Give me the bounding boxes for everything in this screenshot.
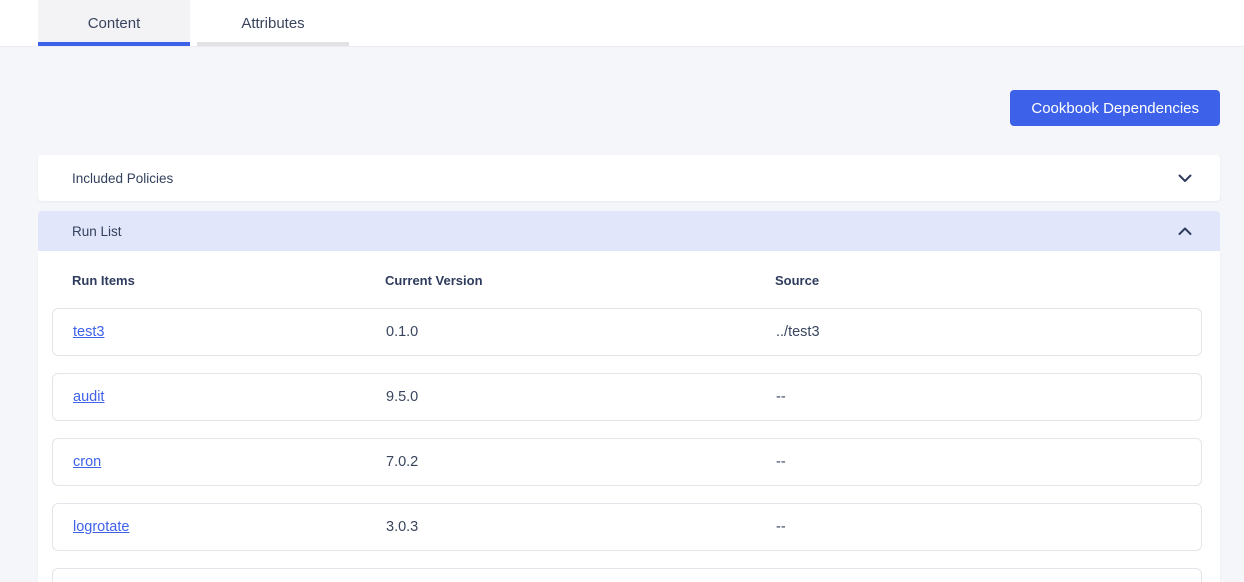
table-row-partial <box>52 568 1202 582</box>
tab-content-label: Content <box>87 14 141 32</box>
table-row: test3 0.1.0 ../test3 <box>52 308 1202 356</box>
included-policies-title: Included Policies <box>72 170 174 186</box>
current-version-value: 0.1.0 <box>386 324 419 340</box>
run-list-rows: test3 0.1.0 ../test3 audit 9.5.0 -- cron… <box>38 308 1220 551</box>
run-list-title: Run List <box>72 223 122 239</box>
current-version-value: 9.5.0 <box>386 389 419 405</box>
source-value: ../test3 <box>776 324 820 340</box>
run-item-link[interactable]: logrotate <box>73 519 129 535</box>
tab-bar: Content Attributes <box>0 0 1244 47</box>
chevron-up-icon <box>1178 227 1192 236</box>
tab-content[interactable]: Content <box>38 0 190 46</box>
run-list-body: Run Items Current Version Source test3 0… <box>38 251 1220 582</box>
chevron-down-icon <box>1178 174 1192 183</box>
column-header-run-items: Run Items <box>72 273 135 288</box>
source-value: -- <box>776 519 786 535</box>
table-row: cron 7.0.2 -- <box>52 438 1202 486</box>
inactive-tab-underline <box>197 42 349 46</box>
run-item-link[interactable]: cron <box>73 454 101 470</box>
run-item-link[interactable]: test3 <box>73 324 104 340</box>
tab-attributes[interactable]: Attributes <box>197 0 349 46</box>
toolbar: Cookbook Dependencies <box>38 47 1220 126</box>
active-tab-underline <box>38 42 190 46</box>
source-value: -- <box>776 389 786 405</box>
included-policies-panel-header[interactable]: Included Policies <box>38 155 1220 201</box>
table-row: audit 9.5.0 -- <box>52 373 1202 421</box>
tab-attributes-label: Attributes <box>241 14 305 32</box>
current-version-value: 7.0.2 <box>386 454 419 470</box>
column-header-current-version: Current Version <box>385 273 483 288</box>
cookbook-dependencies-button[interactable]: Cookbook Dependencies <box>1010 90 1220 126</box>
table-row: logrotate 3.0.3 -- <box>52 503 1202 551</box>
column-header-source: Source <box>775 273 820 288</box>
source-value: -- <box>776 454 786 470</box>
run-list-panel-header[interactable]: Run List <box>38 211 1220 251</box>
run-item-link[interactable]: audit <box>73 389 104 405</box>
page-content: Cookbook Dependencies Included Policies … <box>0 47 1244 582</box>
current-version-value: 3.0.3 <box>386 519 419 535</box>
run-list-table-header: Run Items Current Version Source <box>38 251 1220 308</box>
